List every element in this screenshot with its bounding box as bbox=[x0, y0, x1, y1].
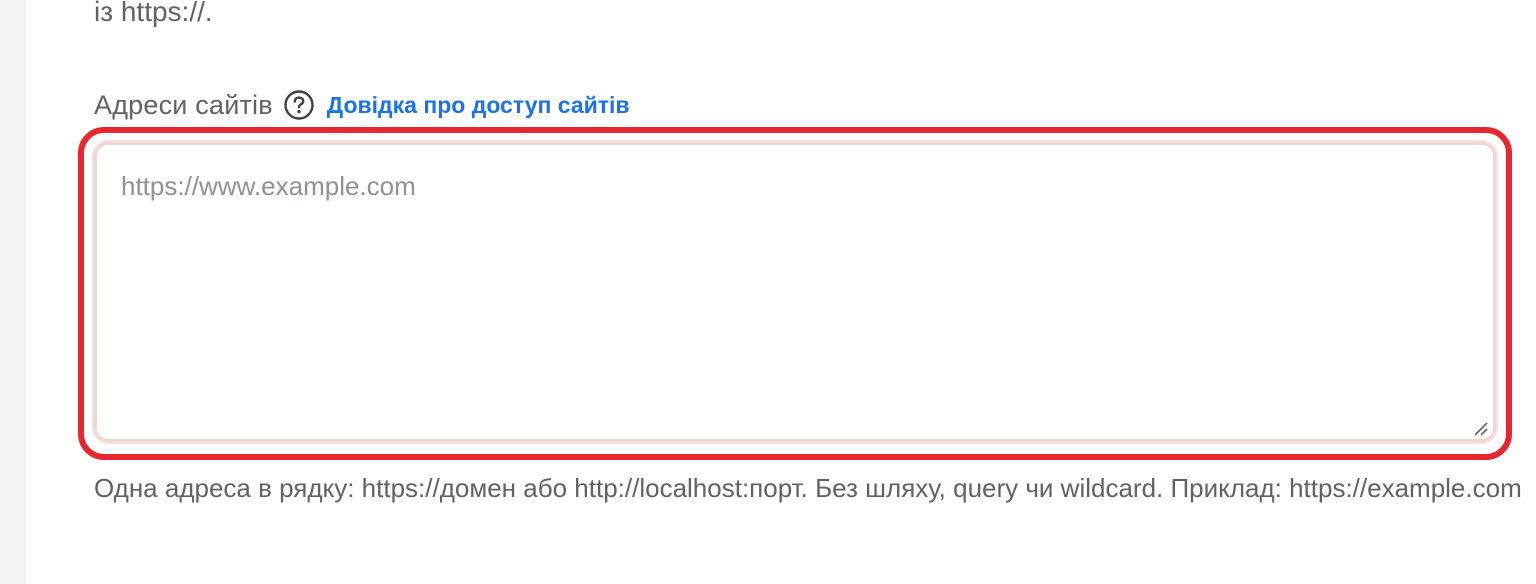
form-page: із https://. Адреси сайтів Довідка про д… bbox=[26, 0, 1536, 584]
resize-handle-icon[interactable] bbox=[1471, 419, 1489, 437]
site-addresses-label-row: Адреси сайтів Довідка про доступ сайтів bbox=[94, 84, 630, 126]
site-addresses-label: Адреси сайтів bbox=[94, 89, 273, 120]
site-addresses-hint: Одна адреса в рядку: https://домен або h… bbox=[94, 473, 1522, 503]
previous-field-hint: із https://. bbox=[94, 0, 213, 27]
site-addresses-textarea-container bbox=[94, 142, 1496, 442]
question-circle-icon[interactable] bbox=[283, 89, 315, 121]
site-access-help-link[interactable]: Довідка про доступ сайтів bbox=[327, 92, 630, 119]
left-panel-edge bbox=[0, 0, 26, 584]
site-addresses-textarea[interactable] bbox=[97, 145, 1493, 439]
